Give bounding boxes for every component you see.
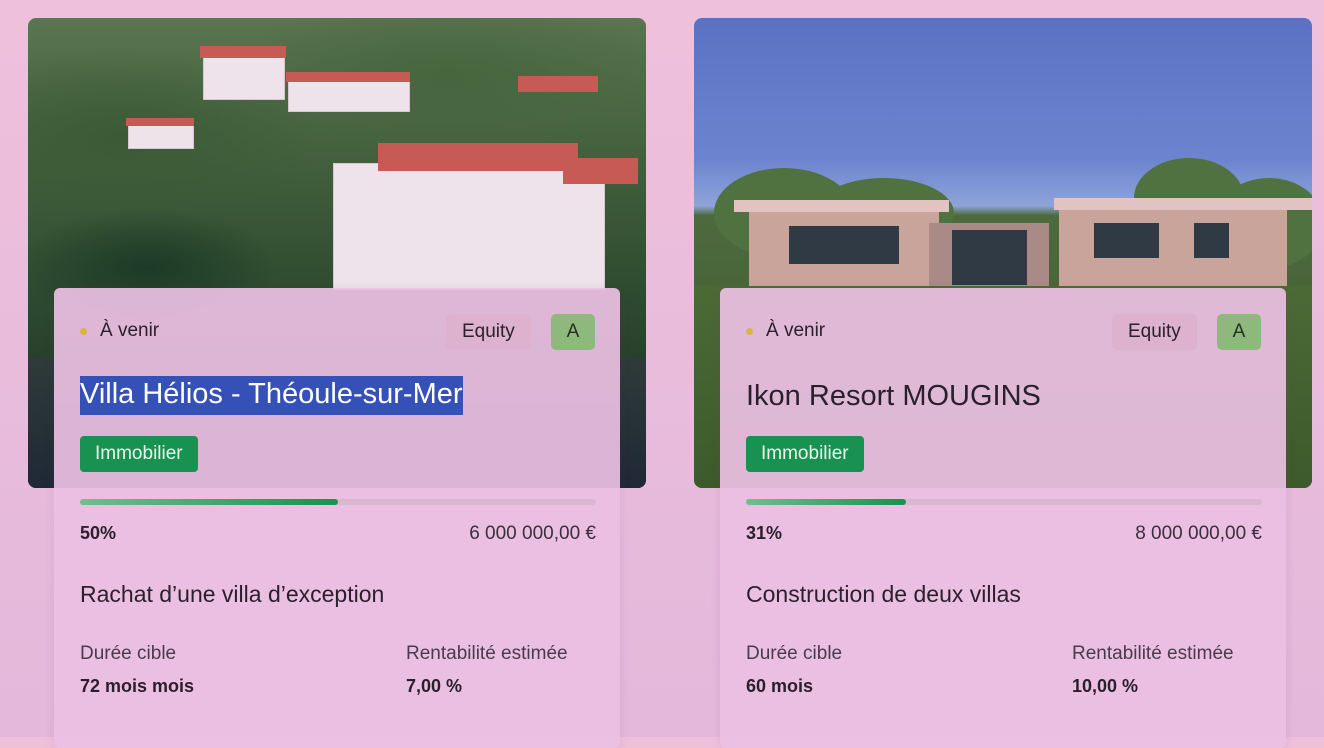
category-tag: Immobilier <box>746 436 864 472</box>
duration-value: 72 mois mois <box>80 676 195 696</box>
project-title[interactable]: Villa Hélios - Théoule-sur-Mer <box>80 376 463 415</box>
project-description: Rachat d’une villa d’exception <box>80 581 385 607</box>
return-label: Rentabilité estimée <box>1072 643 1234 664</box>
project-description: Construction de deux villas <box>746 581 1021 607</box>
project-title[interactable]: Ikon Resort MOUGINS <box>746 380 1041 413</box>
status-indicator: À venir <box>746 320 825 342</box>
return-value: 7,00 % <box>406 676 463 696</box>
investment-type-badge: Equity <box>1112 314 1197 350</box>
investment-type-badge: Equity <box>446 314 531 350</box>
funding-progress-fill <box>746 499 906 505</box>
project-card-villa-helios[interactable]: À venir Equity A Villa Hélios - Théoule-… <box>28 0 648 748</box>
project-card-body: À venir Equity A Ikon Resort MOUGINS Imm… <box>720 288 1286 748</box>
funding-progress-bar <box>80 499 596 505</box>
project-card-body: À venir Equity A Villa Hélios - Théoule-… <box>54 288 620 748</box>
funding-progress-bar <box>746 499 1262 505</box>
return-label: Rentabilité estimée <box>406 643 568 664</box>
funding-progress-fill <box>80 499 338 505</box>
risk-grade-badge: A <box>551 314 595 350</box>
duration-label: Durée cible <box>80 643 177 664</box>
status-label: À venir <box>100 320 160 341</box>
funding-target-amount: 8 000 000,00 € <box>1135 523 1262 544</box>
funding-percent: 50% <box>80 523 117 543</box>
risk-grade-badge: A <box>1217 314 1261 350</box>
status-label: À venir <box>766 320 826 341</box>
duration-value: 60 mois <box>746 676 814 696</box>
status-dot-icon <box>746 327 753 335</box>
category-tag: Immobilier <box>80 436 198 472</box>
funding-percent: 31% <box>746 523 783 543</box>
return-value: 10,00 % <box>1072 676 1139 696</box>
status-indicator: À venir <box>80 320 159 342</box>
funding-target-amount: 6 000 000,00 € <box>469 523 596 544</box>
status-dot-icon <box>80 327 87 335</box>
duration-label: Durée cible <box>746 643 843 664</box>
project-card-ikon-resort[interactable]: À venir Equity A Ikon Resort MOUGINS Imm… <box>694 0 1314 748</box>
